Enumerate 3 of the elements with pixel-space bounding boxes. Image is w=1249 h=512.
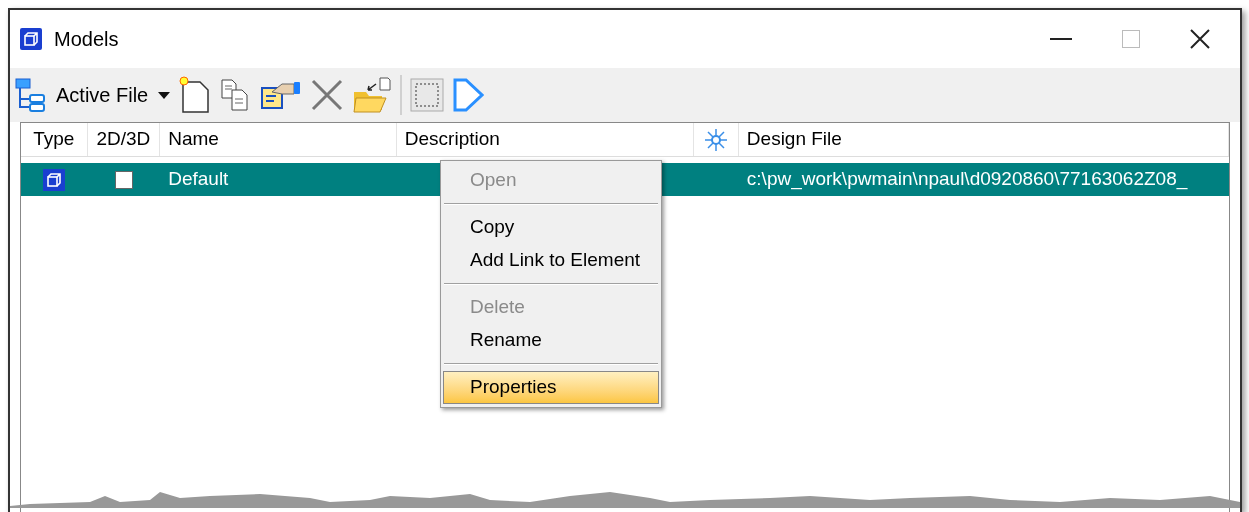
table-cell: c:\pw_work\pwmain\npaul\d0920860\77163062Z08_ — [746, 168, 1188, 190]
table-cell: Default — [168, 168, 229, 190]
window-title: Models — [54, 27, 119, 52]
